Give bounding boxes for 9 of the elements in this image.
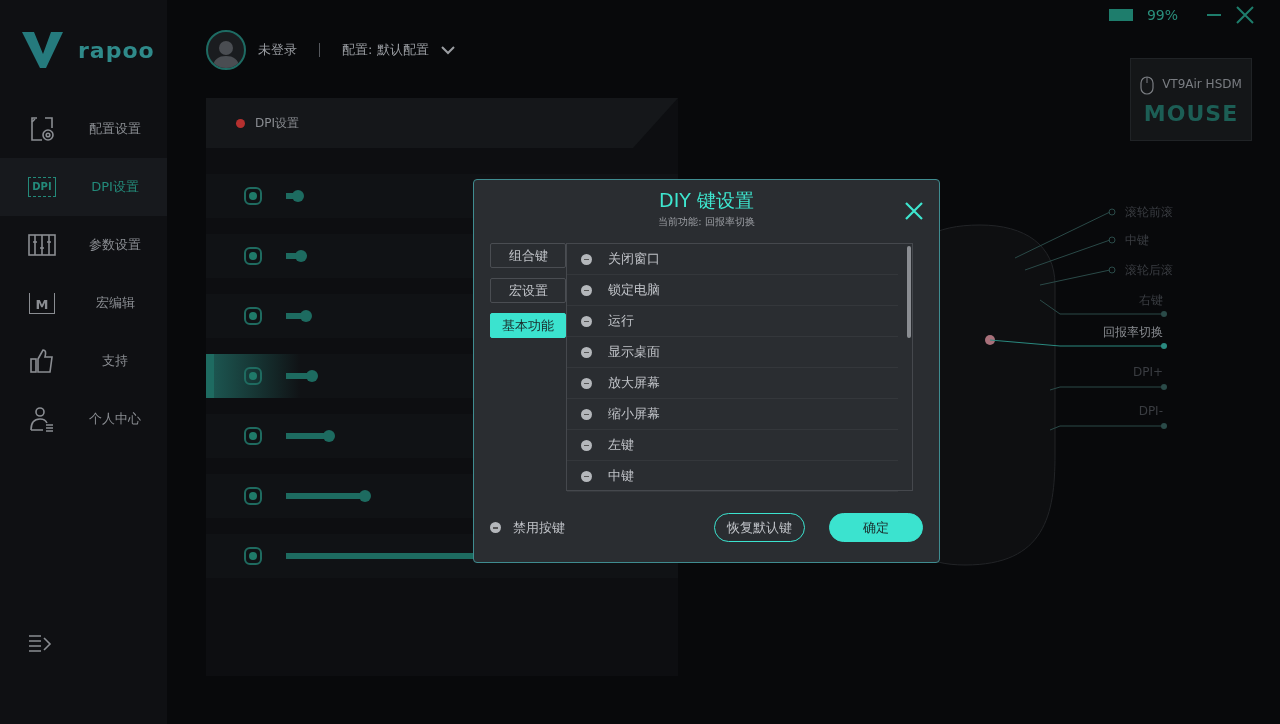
device-type: MOUSE	[1143, 101, 1239, 126]
device-model: VT9Air HSDM	[1162, 77, 1242, 91]
current-function-label: 当前功能: 回报率切换	[658, 215, 755, 229]
dpi-icon: DPI	[28, 177, 56, 197]
dialog-title: DIY 键设置	[659, 188, 754, 213]
macro-icon: M	[29, 292, 55, 314]
panel-title: DPI设置	[255, 114, 299, 132]
battery-level: 99%	[1146, 7, 1178, 23]
brand-name: rapoo	[78, 37, 155, 63]
